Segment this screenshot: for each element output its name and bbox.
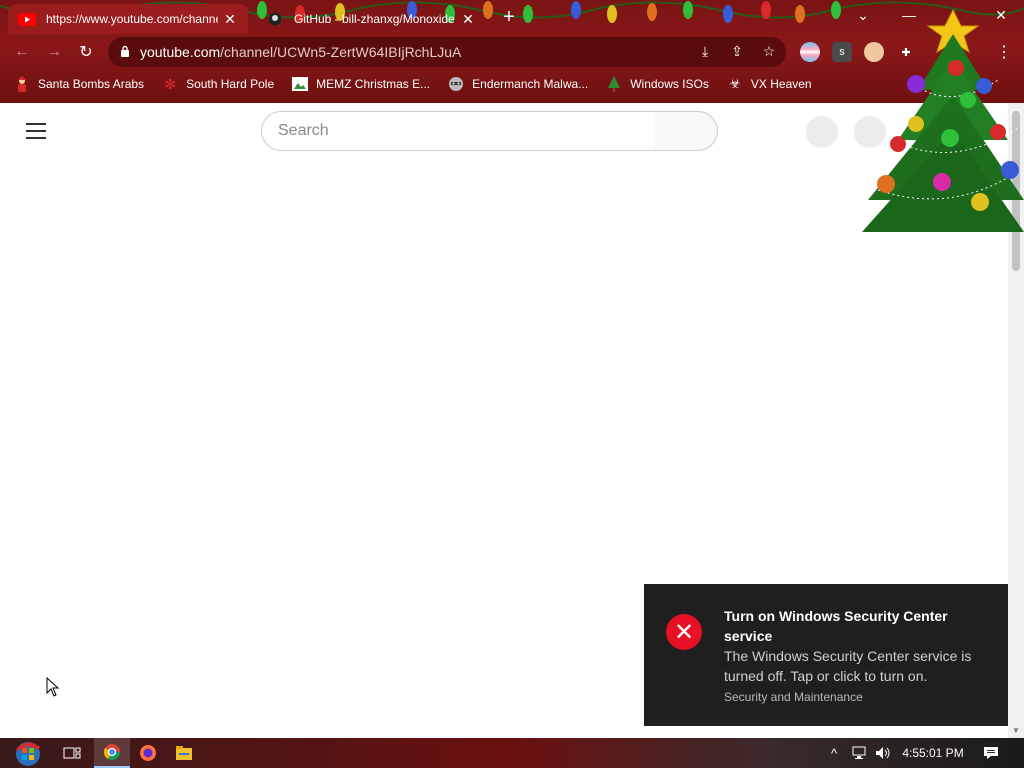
bookmark-label: Santa Bombs Arabs bbox=[38, 77, 145, 91]
bookmark-label: Endermanch Malwa... bbox=[472, 77, 589, 91]
raccoon-icon bbox=[448, 76, 464, 92]
volume-icon[interactable] bbox=[872, 738, 894, 768]
bookmark-item[interactable]: ✻ South Hard Pole bbox=[162, 76, 274, 92]
bookmark-item[interactable]: Santa Bombs Arabs bbox=[14, 76, 144, 92]
github-icon bbox=[266, 12, 284, 26]
chrome-taskbar-icon[interactable] bbox=[94, 738, 130, 768]
tab-youtube[interactable]: https://www.youtube.com/channel/UCWn5-Ze… bbox=[8, 4, 248, 34]
share-icon[interactable]: ⇪ bbox=[728, 42, 746, 60]
reload-button[interactable]: ↻ bbox=[74, 40, 98, 64]
loading-avatar-placeholder bbox=[806, 116, 838, 148]
notification-source: Security and Maintenance bbox=[724, 690, 863, 704]
address-bar[interactable]: youtube.com/channel/UCWn5-ZertW64IBIjRch… bbox=[108, 37, 786, 67]
bookmark-item[interactable]: Endermanch Malwa... bbox=[448, 76, 588, 92]
notification-title: Turn on Windows Security Center service bbox=[724, 608, 948, 644]
tab-title: GitHub - bill-zhanxg/Monoxide bbox=[294, 12, 455, 26]
close-tab-icon[interactable]: ✕ bbox=[222, 11, 238, 27]
youtube-icon bbox=[18, 12, 36, 26]
search-input[interactable] bbox=[278, 122, 654, 140]
forward-button[interactable]: → bbox=[42, 40, 66, 64]
start-orb-icon bbox=[16, 742, 40, 766]
show-hidden-icons-chevron-icon[interactable]: ^ bbox=[824, 738, 844, 768]
extension-s-icon[interactable]: s bbox=[832, 42, 852, 62]
tab-github[interactable]: GitHub - bill-zhanxg/Monoxide ✕ bbox=[256, 4, 486, 34]
image-icon bbox=[292, 76, 309, 92]
url-host: youtube.com bbox=[140, 44, 221, 60]
windows-taskbar: ^ 4:55:01 PM bbox=[0, 738, 1024, 768]
extension-flag-icon[interactable] bbox=[800, 42, 820, 62]
security-notification[interactable]: ✕ Turn on Windows Security Center servic… bbox=[644, 584, 1008, 726]
biohazard-icon: ☣ bbox=[729, 76, 741, 91]
bookmark-item[interactable]: ☣ VX Heaven bbox=[727, 76, 812, 92]
snowflake-icon: ✻ bbox=[164, 75, 176, 92]
error-x-icon: ✕ bbox=[666, 614, 702, 650]
start-button[interactable] bbox=[8, 738, 48, 768]
notification-body: The Windows Security Center service is t… bbox=[724, 648, 972, 684]
bookmark-item[interactable]: Windows ISOs bbox=[606, 76, 709, 92]
santa-icon bbox=[14, 76, 30, 92]
bookmark-label: VX Heaven bbox=[750, 77, 812, 91]
back-button[interactable]: ← bbox=[10, 40, 34, 64]
action-center-icon[interactable] bbox=[978, 738, 1004, 768]
install-icon[interactable]: ⤓ bbox=[696, 42, 714, 60]
new-tab-button[interactable]: + bbox=[498, 6, 520, 28]
menu-hamburger-icon[interactable] bbox=[24, 121, 48, 141]
network-icon[interactable] bbox=[848, 738, 870, 768]
bookmark-label: MEMZ Christmas E... bbox=[316, 77, 431, 91]
close-tab-icon[interactable]: ✕ bbox=[460, 11, 476, 27]
taskbar-clock[interactable]: 4:55:01 PM bbox=[900, 738, 966, 768]
bookmark-item[interactable]: MEMZ Christmas E... bbox=[292, 76, 430, 92]
bookmark-label: South Hard Pole bbox=[186, 77, 275, 91]
search-box bbox=[261, 111, 655, 151]
mouse-cursor-icon bbox=[46, 677, 60, 697]
bookmark-label: Windows ISOs bbox=[630, 77, 709, 91]
search-button[interactable] bbox=[654, 111, 718, 151]
tree-icon bbox=[606, 76, 622, 92]
task-view-icon[interactable] bbox=[54, 738, 90, 768]
url-path: /channel/UCWn5-ZertW64IBIjRchLJuA bbox=[220, 44, 462, 60]
scroll-down-arrow-icon[interactable]: ▼ bbox=[1011, 726, 1021, 736]
tab-title: https://www.youtube.com/channel/UCWn5-Ze… bbox=[46, 12, 218, 26]
christmas-tree-decoration bbox=[862, 8, 1024, 232]
firefox-taskbar-icon[interactable] bbox=[130, 738, 166, 768]
lock-icon[interactable] bbox=[120, 45, 130, 60]
bookmark-star-icon[interactable]: ☆ bbox=[760, 42, 778, 60]
file-explorer-icon[interactable] bbox=[166, 738, 202, 768]
